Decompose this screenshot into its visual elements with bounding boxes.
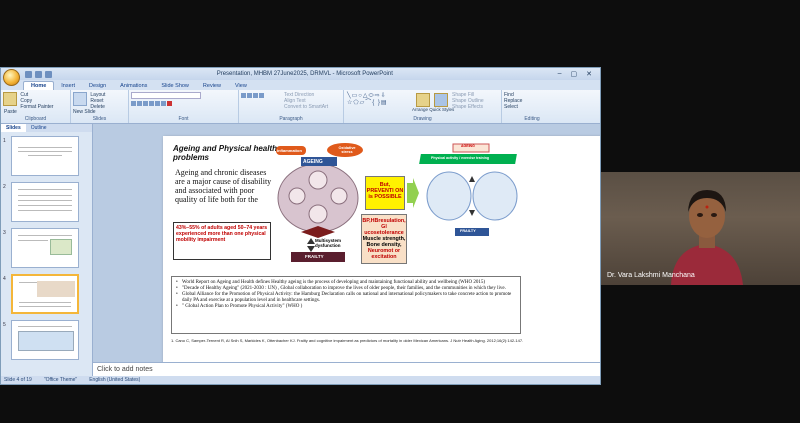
references-box: World Report on Ageing and Health define…	[171, 276, 521, 334]
quick-access-toolbar	[25, 70, 52, 78]
benefit-red-text: BP,HBresulation, Gl ucosetolerance	[362, 218, 406, 236]
convert-smartart-button[interactable]: Convert to SmartArt	[284, 104, 328, 110]
participant-name: Dr. Vara Lakshmi Manchana	[607, 272, 695, 279]
participant-video[interactable]: Dr. Vara Lakshmi Manchana	[601, 172, 800, 285]
notes-pane[interactable]: Click to add notes	[93, 362, 600, 376]
slide-thumbnail-3[interactable]	[11, 228, 79, 268]
new-slide-icon[interactable]	[73, 92, 87, 106]
current-slide[interactable]: Ageing and Physical health problems Agei…	[163, 136, 600, 384]
thumb-number: 2	[3, 184, 6, 190]
quick-styles-button[interactable]: Quick Styles	[429, 107, 454, 112]
window-controls: – ▢ ✕	[558, 70, 592, 78]
ribbon-tabs: Home Insert Design Animations Slide Show…	[1, 80, 600, 90]
reference-item: Global Alliance for the Promotion of Phy…	[176, 292, 516, 304]
slide-canvas: Ageing and Physical health problems Agei…	[93, 124, 600, 384]
inflammation-label: Inflammation	[277, 148, 302, 153]
reference-item: " Global Action Plan to Promote Physical…	[176, 304, 516, 310]
tab-review[interactable]: Review	[196, 82, 228, 90]
prevention-arrow-icon	[407, 178, 419, 208]
participant-avatar	[671, 190, 743, 285]
slides-label: Slides	[92, 116, 107, 122]
tab-slide-show[interactable]: Slide Show	[154, 82, 196, 90]
paragraph-group: Text Direction Align Text Convert to Sma…	[239, 90, 344, 123]
quick-styles-icon[interactable]	[433, 93, 448, 107]
benefit-text: Muscle strength, Bone density,	[362, 236, 406, 248]
frailty-right-label: FRAILTY	[460, 229, 476, 233]
undo-icon[interactable]	[35, 70, 42, 78]
format-painter-button[interactable]: Format Painter	[20, 104, 53, 110]
tab-animations[interactable]: Animations	[113, 82, 154, 90]
workspace: Slides Outline 1 2 3 4 5 Ageing and Phys…	[1, 124, 600, 384]
thumb-number: 4	[3, 276, 6, 282]
benefit-red-text-2: Neuromot or excitation	[367, 248, 401, 260]
thumb-number: 3	[3, 230, 6, 236]
maximize-button[interactable]: ▢	[571, 70, 578, 78]
close-button[interactable]: ✕	[586, 70, 592, 78]
editing-group: Find Replace Select Editing	[502, 90, 562, 123]
ribbon: Cut Copy Format Painter Paste Clipboard …	[1, 90, 600, 124]
tab-slides[interactable]: Slides	[1, 124, 26, 132]
multisystem-label: Multisystem dysfunction	[315, 238, 342, 248]
physical-activity-label: Physical activity / exercise training	[431, 156, 489, 160]
panel-tabs: Slides Outline	[1, 124, 92, 132]
save-icon[interactable]	[25, 70, 32, 78]
shapes-gallery[interactable]: ╲▭○△⬭⇨⇩ ☆⬠▱⌒{ }▤	[347, 93, 409, 107]
tab-insert[interactable]: Insert	[54, 82, 82, 90]
redo-icon[interactable]	[45, 70, 52, 78]
meeting-screen: Presentation, MHBM 27June2025, DRMVL - M…	[0, 0, 800, 423]
oxidative-stress-label: Oxidative stress	[338, 146, 356, 154]
minimize-button[interactable]: –	[558, 70, 562, 78]
slide-title: Ageing and Physical health problems	[173, 144, 278, 162]
slide-thumbnail-1[interactable]	[11, 136, 79, 176]
ageing-right-label: AGEING	[461, 144, 475, 148]
ageing-label: AGEING	[303, 159, 323, 165]
theme-name: "Office Theme"	[43, 377, 78, 383]
font-name-box[interactable]	[131, 92, 201, 99]
benefits-box: BP,HBresulation, Gl ucosetolerance Muscl…	[361, 214, 407, 264]
drawing-label: Drawing	[413, 116, 432, 122]
new-slide-button[interactable]: New Slide	[73, 109, 96, 115]
tab-outline[interactable]: Outline	[26, 124, 52, 132]
mobility-stat-box: 43%–55% of adults aged 50–74 years exper…	[173, 222, 271, 260]
paragraph-label: Paragraph	[279, 116, 303, 122]
language-status[interactable]: English (United States)	[89, 377, 140, 383]
tab-home[interactable]: Home	[23, 81, 55, 90]
slide-thumbnail-4[interactable]	[11, 274, 79, 314]
thumb-number: 1	[3, 138, 6, 144]
frailty-label: FRAILTY	[305, 254, 324, 259]
thumb-number: 5	[3, 322, 6, 328]
slide-thumbnail-5[interactable]	[11, 320, 79, 360]
font-label: Font	[178, 116, 189, 122]
drawing-group: ╲▭○△⬭⇨⇩ ☆⬠▱⌒{ }▤ Arrange Quick Styles Sha…	[344, 90, 502, 123]
tab-design[interactable]: Design	[82, 82, 113, 90]
clipboard-label: Clipboard	[24, 116, 47, 122]
select-button[interactable]: Select	[504, 104, 560, 110]
window-title: Presentation, MHBM 27June2025, DRMVL - M…	[216, 71, 393, 77]
shape-effects-button[interactable]: Shape Effects	[452, 104, 484, 110]
paste-button[interactable]: Paste	[4, 109, 17, 115]
editing-label: Editing	[524, 116, 540, 122]
arrange-button[interactable]: Arrange	[412, 107, 428, 112]
arrange-icon[interactable]	[416, 93, 431, 107]
paste-icon[interactable]	[3, 92, 17, 106]
prevention-box: But, PREVENTI ON is POSSIBLE	[365, 176, 405, 210]
slides-panel: Slides Outline 1 2 3 4 5	[1, 124, 93, 376]
font-group: Font	[129, 90, 239, 123]
citation: 1. Cano C, Samper-Ternent R, Al Snih S, …	[171, 338, 524, 343]
powerpoint-window: Presentation, MHBM 27June2025, DRMVL - M…	[0, 67, 601, 385]
slide-body-text: Ageing and chronic diseases are a major …	[175, 168, 272, 204]
title-bar: Presentation, MHBM 27June2025, DRMVL - M…	[1, 68, 600, 80]
slide-thumbnail-2[interactable]	[11, 182, 79, 222]
slide-counter: Slide 4 of 19	[4, 377, 32, 383]
status-bar: Slide 4 of 19 "Office Theme" English (Un…	[1, 376, 600, 384]
slides-group: Layout Reset Delete New Slide Slides	[71, 90, 129, 123]
office-button[interactable]	[3, 69, 20, 86]
clipboard-group: Cut Copy Format Painter Paste Clipboard	[1, 90, 71, 123]
tab-view[interactable]: View	[228, 82, 254, 90]
